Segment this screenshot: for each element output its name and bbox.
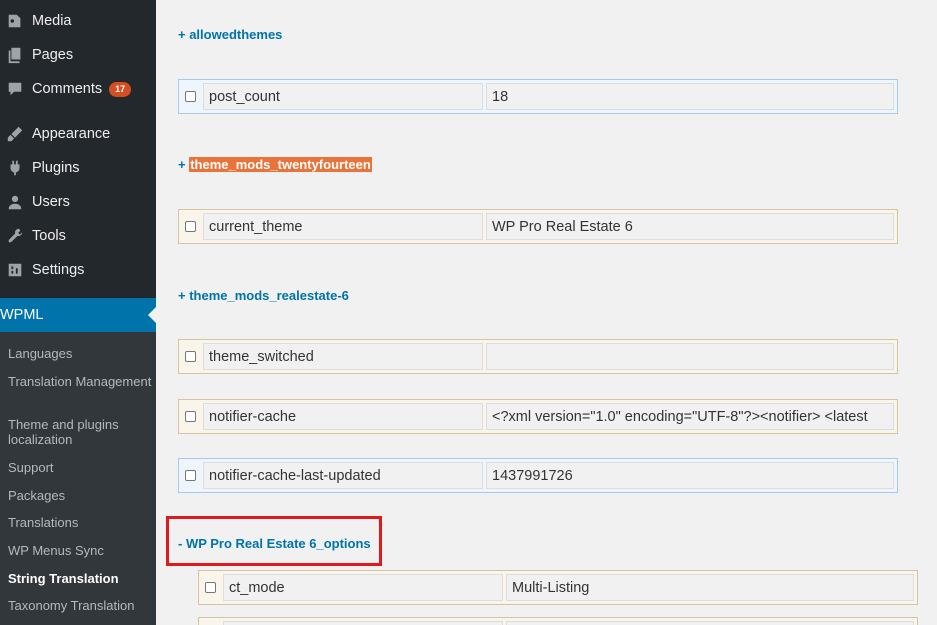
row-checkbox[interactable] xyxy=(185,351,196,362)
submenu-item-languages[interactable]: Languages xyxy=(8,346,153,361)
string-key-field[interactable]: post_count xyxy=(203,83,483,110)
appearance-icon xyxy=(5,124,25,144)
string-row xyxy=(198,617,918,625)
comments-count-badge: 17 xyxy=(109,81,132,97)
menu-item-tools[interactable]: Tools xyxy=(0,219,156,253)
menu-item-label: Comments xyxy=(32,81,103,97)
menu-item-comments[interactable]: Comments 17 xyxy=(0,72,156,106)
menu-item-media[interactable]: Media xyxy=(0,4,156,38)
active-menu-arrow xyxy=(148,307,156,323)
group-toggle-theme-mods-twentyfourteen[interactable]: + theme_mods_twentyfourteen xyxy=(178,157,372,172)
menu-item-label: Appearance xyxy=(32,126,111,142)
menu-item-label: Users xyxy=(32,194,70,210)
row-checkbox[interactable] xyxy=(185,470,196,481)
highlighted-group-label: theme_mods_twentyfourteen xyxy=(189,157,372,172)
media-icon xyxy=(5,11,25,31)
string-row: notifier-cache <?xml version="1.0" encod… xyxy=(178,399,898,434)
submenu-item-taxonomy-translation[interactable]: Taxonomy Translation xyxy=(8,598,153,613)
group-toggle-theme-mods-realestate-6[interactable]: + theme_mods_realestate-6 xyxy=(178,288,349,303)
menu-item-pages[interactable]: Pages xyxy=(0,38,156,72)
menu-item-users[interactable]: Users xyxy=(0,185,156,219)
string-value-field[interactable] xyxy=(506,621,914,625)
string-row: post_count 18 xyxy=(178,79,898,114)
string-row: notifier-cache-last-updated 1437991726 xyxy=(178,458,898,493)
string-value-field[interactable]: <?xml version="1.0" encoding="UTF-8"?><n… xyxy=(486,403,894,430)
string-key-field[interactable]: ct_mode xyxy=(223,574,503,601)
string-key-field[interactable]: notifier-cache xyxy=(203,403,483,430)
string-value-field[interactable] xyxy=(486,343,894,370)
string-key-field[interactable] xyxy=(223,621,503,625)
menu-item-appearance[interactable]: Appearance xyxy=(0,117,156,151)
string-key-field[interactable]: theme_switched xyxy=(203,343,483,370)
admin-sidebar: Media Pages Comments 17 Appearance Plugi… xyxy=(0,0,156,625)
string-value-field[interactable]: 18 xyxy=(486,83,894,110)
settings-icon xyxy=(5,260,25,280)
string-row: current_theme WP Pro Real Estate 6 xyxy=(178,209,898,244)
group-toggle-prefix: + xyxy=(178,157,190,172)
menu-item-wpml[interactable]: WPML xyxy=(0,298,156,337)
menu-item-plugins[interactable]: Plugins xyxy=(0,151,156,185)
users-icon xyxy=(5,192,25,212)
string-row: theme_switched xyxy=(178,339,898,374)
submenu-item-translations[interactable]: Translations xyxy=(8,515,153,530)
string-key-field[interactable]: current_theme xyxy=(203,213,483,240)
submenu-item-packages[interactable]: Packages xyxy=(8,488,153,503)
row-checkbox[interactable] xyxy=(185,221,196,232)
menu-item-label: Tools xyxy=(32,228,66,244)
submenu-item-translation-management[interactable]: Translation Management xyxy=(8,374,153,389)
row-checkbox[interactable] xyxy=(185,411,196,422)
submenu-item-string-translation[interactable]: String Translation xyxy=(8,571,153,586)
pages-icon xyxy=(5,45,25,65)
row-checkbox[interactable] xyxy=(205,582,216,593)
group-toggle-allowedthemes[interactable]: + allowedthemes xyxy=(178,27,282,42)
annotation-highlight-box xyxy=(166,516,382,566)
wpml-submenu: Languages Translation Management Theme a… xyxy=(0,332,156,625)
plugins-icon xyxy=(5,158,25,178)
tools-icon xyxy=(5,226,25,246)
string-value-field[interactable]: Multi-Listing xyxy=(506,574,914,601)
string-value-field[interactable]: 1437991726 xyxy=(486,462,894,489)
menu-item-label: Plugins xyxy=(32,160,80,176)
submenu-item-wp-menus-sync[interactable]: WP Menus Sync xyxy=(8,543,153,558)
menu-item-label: Settings xyxy=(32,262,85,278)
string-row: ct_mode Multi-Listing xyxy=(198,570,918,605)
menu-item-settings[interactable]: Settings xyxy=(0,253,156,287)
menu-item-label: Pages xyxy=(32,47,74,63)
string-value-field[interactable]: WP Pro Real Estate 6 xyxy=(486,213,894,240)
menu-item-label: WPML xyxy=(0,307,44,323)
row-checkbox[interactable] xyxy=(185,91,196,102)
submenu-item-support[interactable]: Support xyxy=(8,460,153,475)
menu-item-label: Media xyxy=(32,13,72,29)
comments-icon xyxy=(5,79,25,99)
string-key-field[interactable]: notifier-cache-last-updated xyxy=(203,462,483,489)
submenu-item-theme-plugins-localization[interactable]: Theme and plugins localization xyxy=(8,417,153,447)
